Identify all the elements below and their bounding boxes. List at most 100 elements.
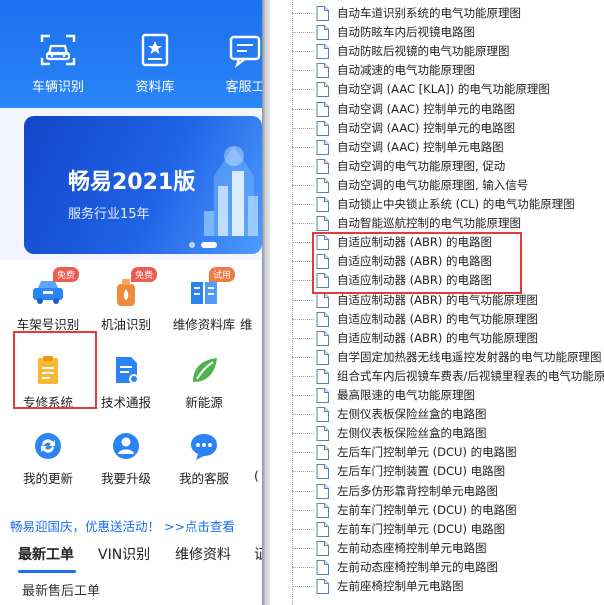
carousel-dot[interactable] xyxy=(189,242,195,248)
repair-book-icon: 试用 xyxy=(187,267,236,308)
tree-item[interactable]: 左前动态座椅控制单元的电路图 xyxy=(292,558,604,577)
chat-icon xyxy=(229,35,261,68)
feature-vin-recognition[interactable]: 免费 车架号识别 xyxy=(6,267,90,333)
tree-item[interactable]: 自动智能巡航控制的电气功能原理图 xyxy=(292,214,604,233)
tree-item-label: 左侧仪表板保险丝盒的电路图 xyxy=(337,426,487,441)
document-icon xyxy=(316,197,329,212)
tree-item-label: 自适应制动器 (ABR) 的电气功能原理图 xyxy=(337,330,539,345)
tree-item-label: 自适应制动器 (ABR) 的电气功能原理图 xyxy=(337,311,539,326)
tree-item[interactable]: 自动空调 (AAC) 控制单元的电路图 xyxy=(292,119,604,138)
highlight-box-specialist xyxy=(13,331,97,409)
tree-item[interactable]: 左前车门控制单元 (DCU) 的电路图 xyxy=(292,501,604,520)
tree-item-label: 自动车道识别系统的电气功能原理图 xyxy=(337,6,521,20)
tree-item[interactable]: 自学固定加热器无线电遥控发射器的电气功能原理图 xyxy=(292,348,604,367)
tree-item[interactable]: 左侧仪表板保险丝盒的电路图 xyxy=(292,405,604,424)
tree-connector xyxy=(292,414,314,416)
document-icon xyxy=(316,101,329,117)
tree-item[interactable]: 左侧仪表板保险丝盒的电路图 xyxy=(292,424,604,443)
tree-item[interactable]: 自动空调 (AAC) 控制单元的电路图 xyxy=(292,100,604,119)
tree-item-label: 自动减速的电气功能原理图 xyxy=(337,63,475,78)
tree-item[interactable]: 自动空调 (AAC) 控制单元电路图 xyxy=(292,138,604,157)
tree-item[interactable]: 自动车道识别系统的电气功能原理图 xyxy=(292,4,604,23)
document-tree: 自动车道识别系统的电气功能原理图自动防眩车内后视镜电路图 自动防眩后视镜的电气功能… xyxy=(270,0,604,605)
feature-label: 我要升级 xyxy=(100,471,151,486)
tree-connector xyxy=(292,89,314,91)
tree-item[interactable]: 自动防眩后视镜的电气功能原理图 xyxy=(292,42,604,61)
free-badge: 免费 xyxy=(131,267,158,282)
top-nav-library[interactable]: 资料库 xyxy=(115,30,195,95)
feature-more[interactable]: 维 xyxy=(240,276,262,333)
document-icon xyxy=(316,82,329,98)
feature-my-updates[interactable]: 我的更新 xyxy=(6,430,90,487)
top-nav-vehicle-recognition[interactable]: 车辆识别 xyxy=(18,30,98,95)
carousel-dot-active[interactable] xyxy=(201,242,217,248)
tree-item[interactable]: 最高限速的电气功能原理图 xyxy=(292,386,604,405)
bulletin-icon xyxy=(109,354,143,386)
feature-my-service[interactable]: 我的客服 xyxy=(162,430,246,487)
document-icon xyxy=(316,464,329,480)
vin-car-icon: 免费 xyxy=(31,267,80,308)
tree-item[interactable]: 左前车门控制单元 (DCU) 电路图 xyxy=(292,520,604,539)
feature-label: 维修资料库 xyxy=(172,317,236,332)
chat-bubble-icon xyxy=(187,430,221,462)
tree-item[interactable]: 左前动态座椅控制单元电路图 xyxy=(292,539,604,558)
tree-item-label: 左前车门控制单元 (DCU) 电路图 xyxy=(337,521,506,536)
document-icon xyxy=(316,483,329,499)
tree-connector xyxy=(292,184,314,186)
tree-item[interactable]: 左后车门控制单元 (DCU) 的电路图 xyxy=(292,443,604,462)
tree-item[interactable]: 左后多仿形靠背控制单元电路图 xyxy=(292,482,604,501)
tree-item[interactable]: 组合式车内后视镜车费表/后视镜里程表的电气功能原理图 xyxy=(292,367,604,386)
leaf-icon xyxy=(187,354,221,386)
tree-item[interactable]: 自适应制动器 (ABR) 的电气功能原理图 xyxy=(292,329,604,348)
tree-item[interactable]: 自适应制动器 (ABR) 的电气功能原理图 xyxy=(292,310,604,329)
document-icon xyxy=(316,63,329,79)
tree-item-label: 自动智能巡航控制的电气功能原理图 xyxy=(337,216,521,231)
feature-grid: 免费 车架号识别 免费 机油识别 试用 维修资料库 维 专修系统 技术通报 新能… xyxy=(0,260,262,500)
car-scan-icon xyxy=(40,34,76,66)
document-icon xyxy=(316,521,329,537)
tab-repair-info[interactable]: 维修资料 xyxy=(175,544,231,564)
document-icon xyxy=(316,368,329,384)
oil-drop-icon: 免费 xyxy=(109,267,158,308)
document-icon xyxy=(316,216,329,232)
feature-new-energy[interactable]: 新能源 xyxy=(162,354,246,411)
tree-item[interactable]: 自动防眩车内后视镜电路图 xyxy=(292,23,604,42)
feature-label: 我的客服 xyxy=(178,471,229,486)
tree-item[interactable]: 左前座椅控制单元电路图 xyxy=(292,577,604,596)
tab-more[interactable]: 证 xyxy=(254,544,262,564)
feature-more-2[interactable]: ( xyxy=(254,430,262,483)
tree-item[interactable]: 自动空调的电气功能原理图, 促动 xyxy=(292,157,604,176)
tree-connector xyxy=(292,337,314,339)
tree-connector xyxy=(292,146,314,148)
active-tab-indicator xyxy=(18,570,76,573)
document-icon xyxy=(316,407,329,423)
tree-connector xyxy=(292,395,314,396)
trial-badge: 试用 xyxy=(209,267,236,282)
tab-latest-orders[interactable]: 最新工单 xyxy=(18,544,74,564)
top-nav-customer-service[interactable]: 客服工 xyxy=(205,30,262,95)
tree-connector xyxy=(292,452,314,454)
feature-oil-recognition[interactable]: 免费 机油识别 xyxy=(84,267,168,333)
feature-repair-library[interactable]: 试用 维修资料库 xyxy=(162,267,246,333)
tree-connector xyxy=(292,356,314,358)
refresh-icon xyxy=(31,430,65,462)
tree-item[interactable]: 自动空调的电气功能原理图, 输入信号 xyxy=(292,176,604,195)
tree-item[interactable]: 自动锁止中央锁止系统 (CL) 的电气功能原理图 xyxy=(292,195,604,214)
tree-connector xyxy=(292,547,314,549)
tree-item[interactable]: 自动空调 (AAC [KLA]) 的电气功能原理图 xyxy=(292,80,604,99)
feature-upgrade[interactable]: 我要升级 xyxy=(84,430,168,487)
tree-item-label: 左后车门控制单元 (DCU) 的电路图 xyxy=(337,445,517,460)
tree-item[interactable]: 自动减速的电气功能原理图 xyxy=(292,61,604,80)
document-icon xyxy=(316,44,329,60)
tree-item[interactable]: 左后车门控制装置 (DCU) 电路图 xyxy=(292,462,604,481)
tree-connector xyxy=(292,280,314,282)
tree-item-label: 组合式车内后视镜车费表/后视镜里程表的电气功能原理图 xyxy=(337,368,604,383)
banner-area: 畅易2021版 服务行业15年 xyxy=(0,108,262,260)
promo-link[interactable]: 畅易迎国庆，优惠送活动！ >>点击查看 xyxy=(10,516,235,535)
tree-item-label: 自学固定加热器无线电遥控发射器的电气功能原理图 xyxy=(337,349,602,364)
tree-item-label: 自动空调 (AAC [KLA]) 的电气功能原理图 xyxy=(337,82,550,97)
tab-vin[interactable]: VIN识别 xyxy=(98,544,150,564)
feature-label: 我的更新 xyxy=(22,471,73,486)
highlight-box-abr xyxy=(312,232,522,294)
promo-banner[interactable]: 畅易2021版 服务行业15年 xyxy=(24,116,262,254)
